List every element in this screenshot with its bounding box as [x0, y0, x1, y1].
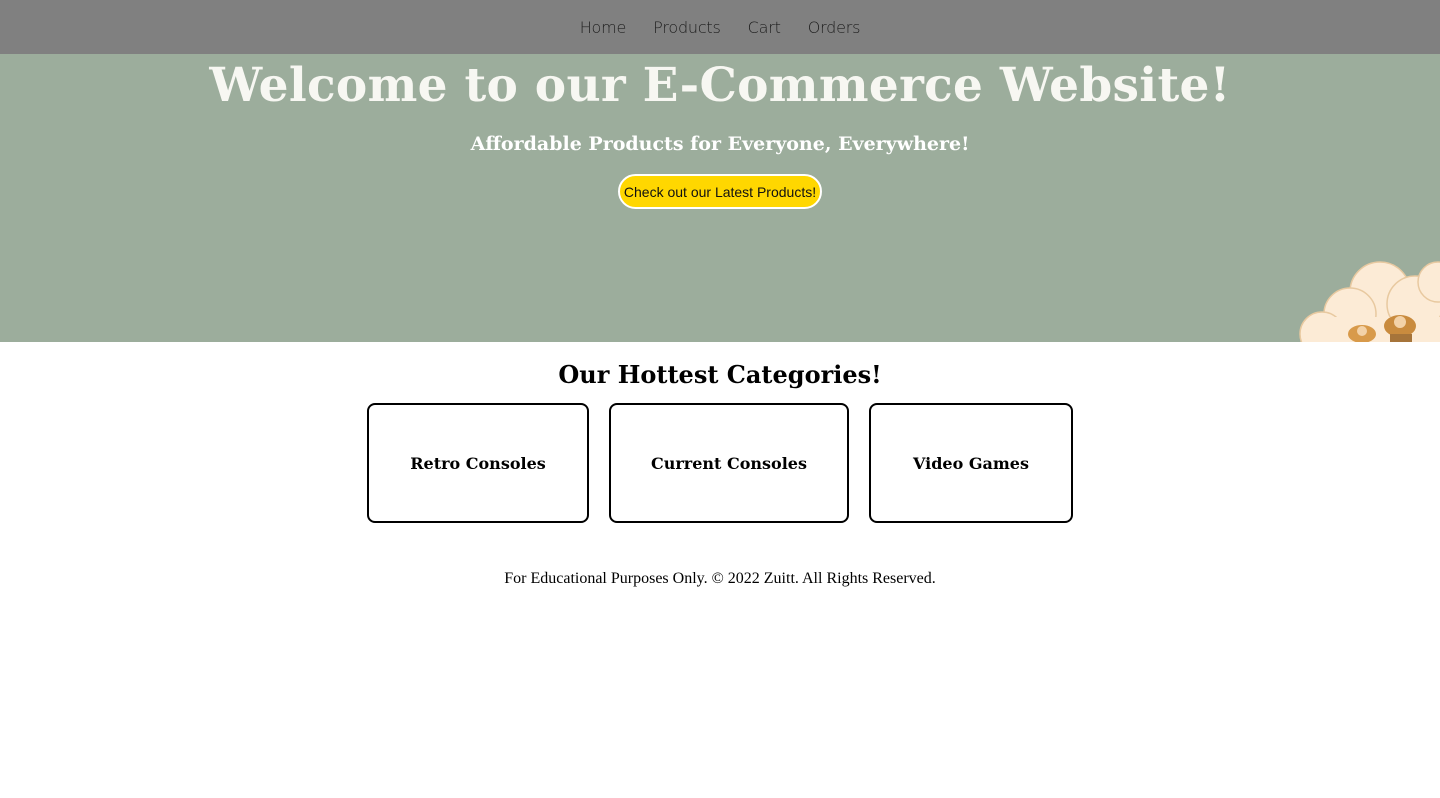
category-card-retro-consoles[interactable]: Retro Consoles [367, 403, 589, 523]
cloud-character-illustration [1299, 261, 1440, 342]
nav-link-products[interactable]: Products [653, 18, 721, 37]
hero-subtitle: Affordable Products for Everyone, Everyw… [470, 133, 970, 155]
nav-link-orders[interactable]: Orders [808, 18, 861, 37]
category-label: Current Consoles [651, 453, 807, 473]
hero-title: Welcome to our E-Commerce Website! [209, 58, 1231, 113]
category-label: Video Games [913, 453, 1029, 473]
nav-link-cart[interactable]: Cart [748, 18, 781, 37]
categories-heading: Our Hottest Categories! [558, 360, 882, 389]
nav-link-home[interactable]: Home [580, 18, 627, 37]
category-card-current-consoles[interactable]: Current Consoles [609, 403, 849, 523]
top-navbar: Home Products Cart Orders [0, 0, 1440, 54]
category-card-video-games[interactable]: Video Games [869, 403, 1073, 523]
footer-text: For Educational Purposes Only. © 2022 Zu… [504, 570, 936, 587]
category-label: Retro Consoles [410, 453, 546, 473]
hero-banner: Welcome to our E-Commerce Website! Affor… [0, 54, 1440, 342]
latest-products-button[interactable]: Check out our Latest Products! [618, 174, 822, 209]
